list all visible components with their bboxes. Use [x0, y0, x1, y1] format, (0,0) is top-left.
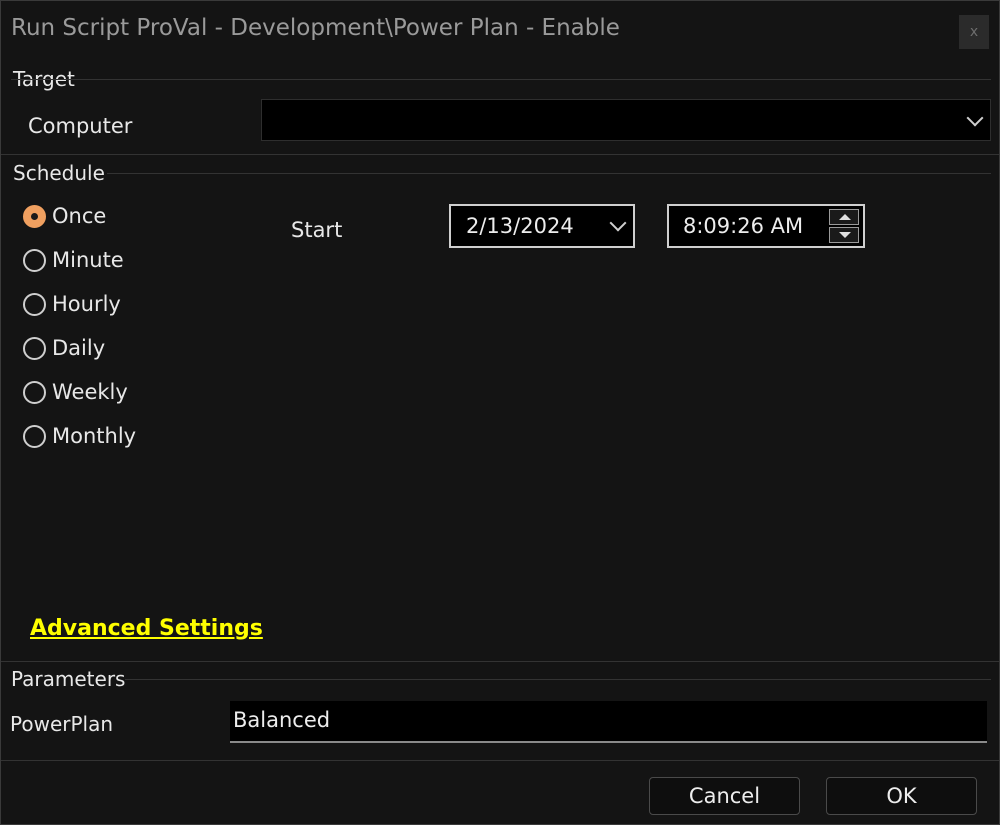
start-date-value: 2/13/2024 [466, 214, 574, 238]
title-bar: Run Script ProVal - Development\Power Pl… [1, 1, 999, 59]
chevron-down-icon [966, 109, 984, 127]
start-time-picker[interactable]: 8:09:26 AM [667, 204, 865, 248]
schedule-section-label: Schedule [13, 161, 105, 185]
powerplan-label: PowerPlan [10, 712, 114, 736]
radio-daily[interactable]: Daily [23, 333, 105, 363]
run-script-dialog: Run Script ProVal - Development\Power Pl… [0, 0, 1000, 825]
schedule-top-divider [1, 154, 999, 155]
spin-up-button[interactable] [829, 209, 859, 225]
time-spinner [829, 209, 859, 243]
radio-once[interactable]: Once [23, 201, 106, 231]
arrow-up-icon [839, 214, 851, 220]
radio-hourly-label: Hourly [52, 292, 121, 316]
ok-button[interactable]: OK [826, 777, 977, 815]
spin-down-button[interactable] [829, 227, 859, 243]
radio-selected-icon [23, 204, 46, 228]
radio-monthly-label: Monthly [52, 424, 137, 448]
computer-label: Computer [28, 114, 133, 138]
footer-divider [1, 760, 999, 761]
radio-once-label: Once [52, 204, 107, 228]
schedule-divider [107, 173, 991, 174]
start-label: Start [291, 218, 343, 242]
parameters-top-divider [1, 661, 999, 662]
start-date-picker[interactable]: 2/13/2024 [449, 204, 635, 248]
radio-minute-label: Minute [52, 248, 124, 272]
radio-weekly-label: Weekly [52, 380, 128, 404]
parameters-section-label: Parameters [11, 667, 126, 691]
target-divider [11, 79, 991, 80]
radio-unselected-icon [23, 424, 46, 448]
cancel-button[interactable]: Cancel [649, 777, 800, 815]
advanced-settings-link[interactable]: Advanced Settings [30, 616, 263, 641]
start-time-value: 8:09:26 AM [683, 214, 804, 238]
radio-weekly[interactable]: Weekly [23, 377, 128, 407]
arrow-down-icon [839, 232, 851, 238]
parameters-divider [125, 679, 991, 680]
window-title: Run Script ProVal - Development\Power Pl… [11, 15, 620, 41]
powerplan-input[interactable]: Balanced [230, 701, 987, 743]
powerplan-value: Balanced [233, 708, 331, 732]
radio-unselected-icon [23, 380, 46, 404]
radio-unselected-icon [23, 292, 46, 316]
radio-hourly[interactable]: Hourly [23, 289, 121, 319]
close-icon: x [969, 24, 979, 40]
radio-minute[interactable]: Minute [23, 245, 124, 275]
chevron-down-icon[interactable] [609, 214, 627, 232]
radio-unselected-icon [23, 336, 46, 360]
computer-select[interactable] [261, 99, 991, 141]
close-button[interactable]: x [959, 15, 989, 49]
radio-monthly[interactable]: Monthly [23, 421, 136, 451]
radio-daily-label: Daily [52, 336, 106, 360]
radio-unselected-icon [23, 248, 46, 272]
